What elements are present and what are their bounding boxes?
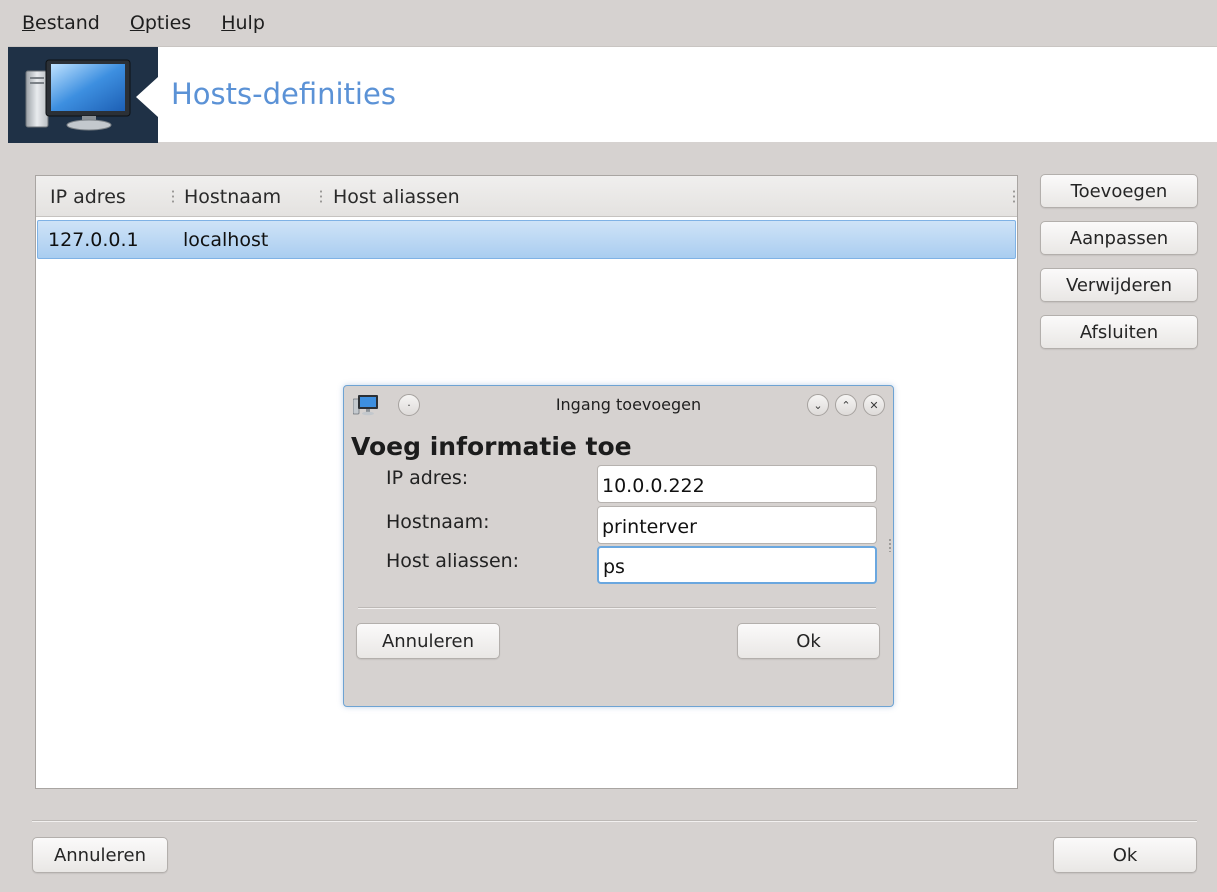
cell-ip: 127.0.0.1 [48,229,139,251]
menu-hulp[interactable]: Hulp [221,12,265,34]
ip-label: IP adres: [386,467,469,489]
column-separator[interactable] [320,189,322,205]
table-header: IP adres Hostnaam Host aliassen [36,176,1017,217]
column-separator[interactable] [172,189,174,205]
footer-separator [32,820,1197,822]
menu-bestand[interactable]: Bestand [22,12,100,34]
hostname-label: Hostnaam: [386,511,490,533]
hostname-input[interactable] [597,506,877,544]
maximize-icon[interactable]: ⌃ [835,394,857,416]
modify-button[interactable]: Aanpassen [1040,221,1198,255]
aliases-label: Host aliassen: [386,550,520,572]
column-header-hostname[interactable]: Hostnaam [184,186,281,208]
add-entry-dialog: · Ingang toevoegen ⌄ ⌃ ✕ Voeg informatie… [343,385,894,707]
close-icon[interactable]: ✕ [863,394,885,416]
cell-hostname: localhost [183,229,269,251]
column-header-ip[interactable]: IP adres [50,186,126,208]
minimize-icon[interactable]: ⌄ [807,394,829,416]
dialog-separator [358,607,876,609]
add-button[interactable]: Toevoegen [1040,174,1198,208]
ok-button[interactable]: Ok [1053,837,1197,873]
remove-button[interactable]: Verwijderen [1040,268,1198,302]
table-row[interactable]: 127.0.0.1 localhost [37,220,1016,259]
cancel-button[interactable]: Annuleren [32,837,168,873]
resize-grip[interactable] [889,538,891,552]
close-button[interactable]: Afsluiten [1040,315,1198,349]
aliases-input[interactable] [597,546,877,584]
menu-opties[interactable]: Opties [130,12,191,34]
banner: Hosts-definities [8,46,1217,143]
menubar: Bestand Opties Hulp [0,0,1217,46]
dialog-heading: Voeg informatie toe [351,432,632,461]
dialog-ok-button[interactable]: Ok [737,623,880,659]
dialog-titlebar[interactable]: · Ingang toevoegen ⌄ ⌃ ✕ [344,386,893,424]
page-title: Hosts-definities [171,77,396,111]
column-header-aliases[interactable]: Host aliassen [333,186,460,208]
computer-monitor-icon [25,59,131,131]
column-separator[interactable] [1013,189,1015,205]
ip-input[interactable] [597,465,877,503]
dialog-cancel-button[interactable]: Annuleren [356,623,500,659]
